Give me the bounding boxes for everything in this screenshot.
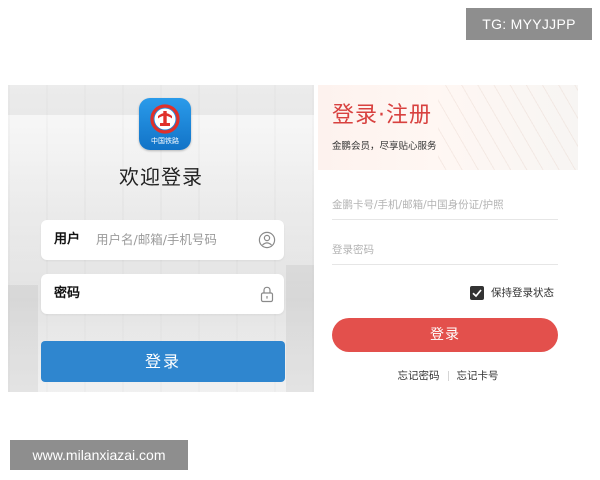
password-label: 密码: [54, 286, 81, 301]
background-pillar-right: [286, 265, 314, 392]
username-label: 用户: [54, 232, 81, 247]
member-password-input[interactable]: 登录密码: [332, 235, 558, 265]
welcome-heading: 欢迎登录: [119, 165, 203, 189]
site-watermark: www.milanxiazai.com: [10, 440, 188, 470]
header-decoration: [438, 85, 578, 170]
member-login-title: 登录·注册: [332, 103, 432, 128]
railway-app-logo: 中国铁路: [139, 98, 191, 150]
member-login-panel: 登录·注册 金鹏会员，尽享贴心服务 金鹏卡号/手机/邮箱/中国身份证/护照 登录…: [318, 85, 578, 392]
member-help-links: 忘记密码 忘记卡号: [318, 368, 578, 384]
railway-login-button[interactable]: 登录: [41, 341, 285, 382]
remember-label: 保持登录状态: [491, 287, 554, 299]
member-login-button[interactable]: 登录: [332, 318, 558, 352]
member-login-header: 登录·注册 金鹏会员，尽享贴心服务: [318, 85, 578, 170]
password-field[interactable]: 密码: [41, 274, 284, 314]
background-pillar-left: [8, 285, 38, 392]
card-number-input[interactable]: 金鹏卡号/手机/邮箱/中国身份证/护照: [332, 190, 558, 220]
username-placeholder[interactable]: 用户名/邮箱/手机号码: [96, 220, 217, 260]
railway-login-panel: 中国铁路 欢迎登录 用户 用户名/邮箱/手机号码 密码 登录: [8, 85, 314, 392]
lock-icon[interactable]: [258, 285, 276, 303]
forgot-password-link[interactable]: 忘记密码: [398, 368, 440, 384]
forgot-card-link[interactable]: 忘记卡号: [457, 368, 499, 384]
screenshot-page: 中国铁路 欢迎登录 用户 用户名/邮箱/手机号码 密码 登录 登录·注册 金鹏会…: [0, 0, 600, 480]
logo-caption: 中国铁路: [151, 137, 179, 145]
member-login-subtitle: 金鹏会员，尽享贴心服务: [332, 141, 437, 152]
checkmark-icon: [472, 289, 482, 298]
remember-checkbox[interactable]: [470, 286, 484, 300]
link-divider: [447, 371, 449, 381]
username-field[interactable]: 用户 用户名/邮箱/手机号码: [41, 220, 284, 260]
tg-watermark: TG: MYYJJPP: [466, 8, 592, 40]
user-circle-icon[interactable]: [258, 231, 276, 249]
